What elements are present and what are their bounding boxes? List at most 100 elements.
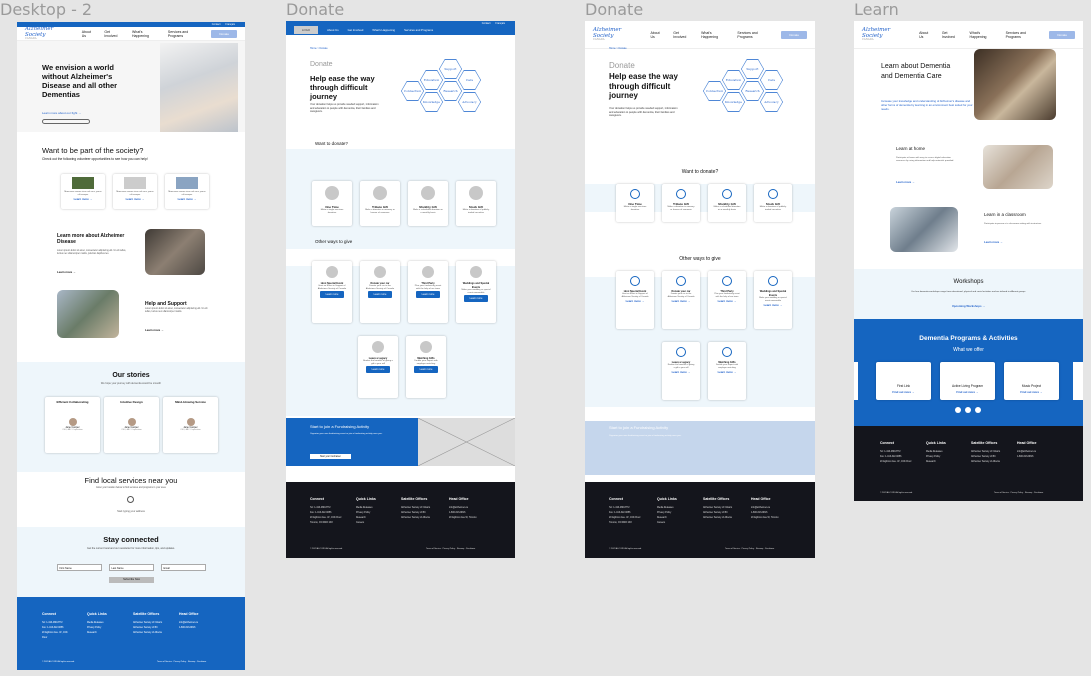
legal-links[interactable]: Terms of Service · Privacy Policy · Site… bbox=[426, 548, 475, 550]
donate-footer: Connect Tel: 1-416-488-8772 Fax: 1-416-322… bbox=[286, 482, 515, 558]
desktop-footer: Connect Tel: 1-416-488-8772 Fax: 1-416-322… bbox=[17, 597, 245, 670]
breadcrumb[interactable]: Home > Donate bbox=[609, 47, 627, 50]
stories-section: Our stories We hope your journey with de… bbox=[17, 362, 245, 472]
hero-link[interactable]: Learn more about our fight → bbox=[42, 111, 81, 115]
main-nav: Alzheimer Society CANADA About Us Get Invo… bbox=[585, 21, 815, 49]
nav-services[interactable]: Services and Programs bbox=[1006, 31, 1041, 39]
learn-title: Learn more about Alzheimer Disease bbox=[57, 233, 125, 245]
donate-button[interactable]: Donate bbox=[781, 30, 807, 39]
donation-card[interactable]: One Time Make a single one-time donation bbox=[616, 184, 654, 222]
donation-card[interactable]: Tribute Gift Make a donation in memory or… bbox=[360, 181, 400, 226]
nav-home[interactable]: About Us bbox=[327, 28, 339, 32]
logo[interactable]: Alzheimer Society CANADA bbox=[25, 26, 73, 41]
donation-card[interactable]: Stock Gift Make a donation of publicly tr… bbox=[754, 184, 792, 222]
donate-button[interactable]: Donate bbox=[211, 29, 237, 38]
donate-text: Your donation helps us provide needed su… bbox=[609, 107, 678, 118]
nav-happening[interactable]: What's Happening bbox=[372, 28, 395, 32]
nav-about[interactable]: About Us bbox=[919, 31, 933, 39]
address-input[interactable]: Start typing your address bbox=[17, 510, 245, 513]
other-card[interactable]: Weddings and Special Events Make your wed… bbox=[456, 261, 496, 323]
other-card[interactable]: Leave a Legacy Realize the benefits of gi… bbox=[358, 336, 398, 398]
frame-title-donate-1: Donate bbox=[286, 0, 345, 19]
donation-card[interactable]: Tribute Gift Make a donation in memory or… bbox=[662, 184, 700, 222]
workshops-title: Workshops bbox=[953, 279, 984, 285]
nav-involved[interactable]: Get Involved bbox=[942, 31, 961, 39]
fundraising-section: Start to join a Fundraising Activity Org… bbox=[286, 418, 515, 466]
other-card[interactable]: Donate your car Donate your car to the Al… bbox=[662, 271, 700, 329]
volunteer-card[interactable]: Maecenas ornare risus vel arcu, purus el… bbox=[113, 174, 157, 209]
fundraiser-button[interactable]: Start your fundraiser bbox=[310, 454, 351, 459]
other-card[interactable]: Third Party Plan your fundraising event w… bbox=[408, 261, 448, 323]
other-card[interactable]: Host Special Event Host an Event in Suppo… bbox=[616, 271, 654, 329]
other-cards-row2: Leave a Legacy Realize the benefits of gi… bbox=[358, 336, 446, 398]
learn-link[interactable]: Learn more → bbox=[57, 270, 76, 274]
learn-title: Learn about Dementia and Dementia Care bbox=[881, 63, 951, 81]
other-card[interactable]: Matching Gifts Double your impact with em… bbox=[708, 342, 746, 400]
home-link[interactable]: Learn more → bbox=[896, 180, 915, 184]
language-link[interactable]: Français bbox=[225, 23, 235, 26]
volunteer-card[interactable]: Maecenas ornare risus vel arcu, purus el… bbox=[165, 174, 209, 209]
last-name-input[interactable]: Last Name bbox=[109, 564, 154, 571]
donation-card[interactable]: Monthly Gift Make a scheduled donation on… bbox=[408, 181, 448, 226]
workshops-section: Workshops Our free dementia workshops ra… bbox=[854, 269, 1083, 319]
other-card[interactable]: Donate your car Donate your car to the Al… bbox=[360, 261, 400, 323]
nav-involved[interactable]: Get Involved bbox=[348, 28, 364, 32]
program-card[interactable]: Active Living Program Find out more → bbox=[940, 362, 995, 400]
other-card[interactable]: Host Special Event Host an Event in Suppo… bbox=[312, 261, 352, 323]
copyright: © 2023 ALZ.ORG All rights reserved. bbox=[42, 661, 75, 663]
hands-photo bbox=[145, 229, 205, 275]
copyright: © 2023 ALZ.ORG All rights reserved. bbox=[609, 548, 642, 550]
nav-about[interactable]: About Us bbox=[650, 31, 664, 39]
carousel-dots[interactable] bbox=[955, 407, 981, 413]
nav-happening[interactable]: What's Happening bbox=[701, 31, 728, 39]
nav-about[interactable]: About Us bbox=[82, 30, 96, 38]
logo[interactable]: Alzheimer Society CANADA bbox=[862, 27, 910, 42]
image-placeholder bbox=[418, 418, 515, 466]
email-input[interactable]: Email bbox=[161, 564, 206, 571]
other-card[interactable]: Weddings and Special Events Make your wed… bbox=[754, 271, 792, 329]
help-title: Help and Support bbox=[145, 301, 187, 307]
nav-happening[interactable]: What's Happening bbox=[132, 30, 159, 38]
nav-services[interactable]: Services and Programs bbox=[168, 30, 202, 38]
first-name-input[interactable]: First Name bbox=[57, 564, 102, 571]
nav-involved[interactable]: Get Involved bbox=[673, 31, 692, 39]
program-card[interactable]: First Link Find out more → bbox=[876, 362, 931, 400]
other-card[interactable]: Matching Gifts Double your impact with em… bbox=[406, 336, 446, 398]
carousel-edge bbox=[1073, 362, 1083, 400]
donation-card[interactable]: Stock Gift Make a donation of publicly tr… bbox=[456, 181, 496, 226]
program-card[interactable]: Music Project Find out more → bbox=[1004, 362, 1059, 400]
help-link[interactable]: Learn more → bbox=[145, 328, 164, 332]
nav-happening[interactable]: What's Happening bbox=[970, 31, 997, 39]
card-photo bbox=[72, 177, 94, 189]
subscribe-button[interactable]: Subscribe Now bbox=[109, 577, 154, 583]
other-card[interactable]: Third Party Plan your fundraising event w… bbox=[708, 271, 746, 329]
nav-services[interactable]: Services and Programs bbox=[404, 28, 433, 32]
logo[interactable]: Alzheimer Society CANADA bbox=[593, 27, 641, 42]
learn-subtitle: Increase your knowledge and understandin… bbox=[881, 99, 973, 111]
class-link[interactable]: Learn more → bbox=[984, 240, 1003, 244]
learn-text: Lorem ipsum dolor sit amet, consectetur … bbox=[57, 250, 127, 256]
workshops-link[interactable]: Upcoming Workshops → bbox=[854, 304, 1083, 308]
help-text: Lorem ipsum dolor sit amet, consectetur … bbox=[145, 308, 208, 314]
desktop-frame: Contact Français Alzheimer Society CANADA … bbox=[17, 22, 245, 670]
contact-link[interactable]: Contact bbox=[212, 23, 221, 26]
donate-button[interactable]: Donate bbox=[1049, 30, 1075, 39]
logo-placeholder[interactable]: LOGO bbox=[294, 26, 319, 34]
other-card[interactable]: Leave a Legacy Realize the benefits of gi… bbox=[662, 342, 700, 400]
nav-services[interactable]: Services and Programs bbox=[737, 31, 772, 39]
fund-title: Start to join a Fundraising Activity bbox=[609, 425, 669, 430]
legal-links[interactable]: Terms of Service · Privacy Policy · Site… bbox=[157, 661, 206, 663]
breadcrumb[interactable]: Home > Donate bbox=[310, 47, 328, 50]
donation-card[interactable]: Monthly Gift Make a scheduled donation on… bbox=[708, 184, 746, 222]
volunteer-card[interactable]: Maecenas ornare risus vel arcu, purus el… bbox=[61, 174, 105, 209]
other-cards-row1: Host Special Event Host an Event in Suppo… bbox=[312, 261, 496, 323]
donate-label: Donate bbox=[310, 61, 333, 68]
legal-links[interactable]: Terms of Service · Privacy Policy · Site… bbox=[994, 492, 1043, 494]
nav-involved[interactable]: Get Involved bbox=[104, 30, 123, 38]
legal-links[interactable]: Terms of Service · Privacy Policy · Site… bbox=[725, 548, 774, 550]
donation-card[interactable]: One Time Make a single one-time donation bbox=[312, 181, 352, 226]
programs-title: Dementia Programs & Activities bbox=[919, 335, 1018, 342]
classroom-photo bbox=[890, 207, 958, 252]
want-donate-title: Want to donate? bbox=[681, 169, 719, 175]
search-input[interactable] bbox=[42, 119, 90, 124]
